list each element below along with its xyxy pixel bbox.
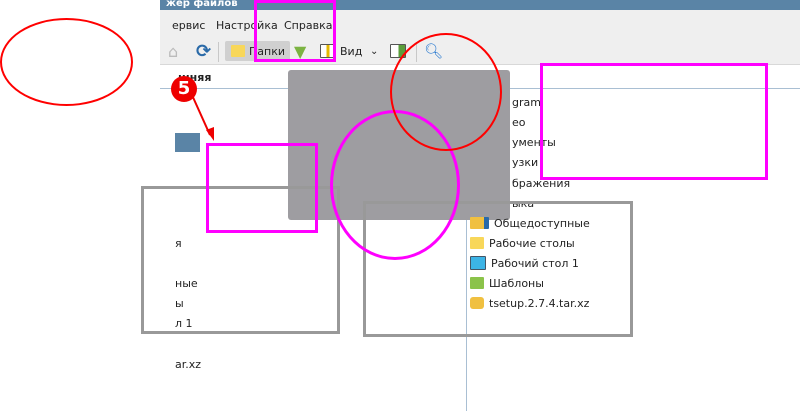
- list-item[interactable]: ео: [512, 113, 526, 131]
- folder-icon: [231, 45, 245, 57]
- view-label: Вид: [340, 44, 363, 58]
- annotation-circle: [0, 18, 133, 106]
- window-title: жер файлов: [166, 0, 238, 9]
- chevron-down-icon[interactable]: ⌄: [370, 41, 378, 61]
- annotation-highlight: [540, 63, 768, 180]
- list-item[interactable]: узки: [512, 153, 538, 171]
- menu-service[interactable]: ервис: [172, 19, 205, 32]
- list-item[interactable]: gram: [512, 93, 541, 111]
- annotation-highlight: [254, 0, 336, 62]
- step-badge: 5: [171, 76, 197, 102]
- annotation-highlight: [206, 143, 318, 233]
- annotation-circle: [390, 33, 502, 151]
- list-item[interactable]: ar.xz: [175, 358, 201, 371]
- refresh-icon[interactable]: ⟳: [196, 41, 211, 62]
- home-icon[interactable]: ⌂: [168, 41, 178, 61]
